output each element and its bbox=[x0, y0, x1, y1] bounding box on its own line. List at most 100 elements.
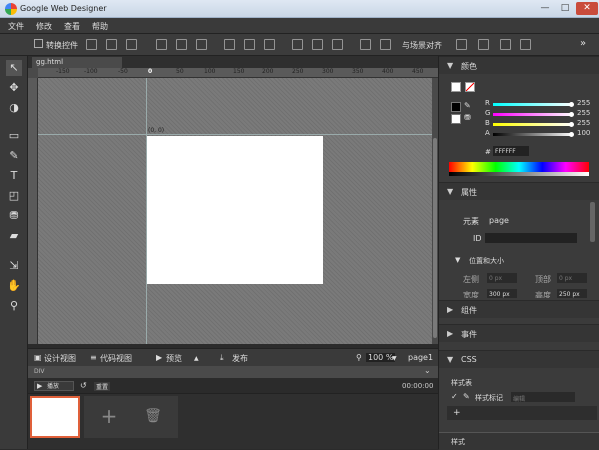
match-size-icon[interactable] bbox=[500, 39, 511, 50]
properties-panel-header[interactable]: ▼ 属性 bbox=[439, 182, 599, 200]
zoom-tool-icon[interactable]: ⚲ bbox=[6, 298, 22, 314]
color-spectrum[interactable] bbox=[449, 162, 589, 172]
red-slider-knob[interactable] bbox=[569, 102, 574, 107]
publish-icon[interactable]: ⤓ bbox=[220, 353, 224, 363]
green-slider-knob[interactable] bbox=[569, 112, 574, 117]
id-input[interactable] bbox=[485, 233, 577, 243]
fill-tool-icon[interactable]: ⛃ bbox=[6, 208, 22, 224]
align-to-stage-label[interactable]: 与场景对齐 bbox=[402, 40, 442, 51]
page-selector[interactable]: page1 bbox=[408, 353, 433, 362]
menu-modify[interactable]: 修改 bbox=[36, 21, 52, 32]
align-top-icon[interactable] bbox=[156, 39, 167, 50]
events-panel-header[interactable]: ▶ 事件 bbox=[439, 324, 599, 342]
page-canvas[interactable] bbox=[147, 136, 323, 284]
distribute-bottom-icon[interactable] bbox=[264, 39, 275, 50]
distribute-vertical-icon[interactable] bbox=[380, 39, 391, 50]
code-view-icon[interactable]: ≡ bbox=[90, 353, 97, 362]
menu-help[interactable]: 帮助 bbox=[92, 21, 108, 32]
align-right-icon[interactable] bbox=[126, 39, 137, 50]
code-view-button[interactable]: 代码视图 bbox=[100, 353, 132, 364]
reset-button[interactable]: 重置 bbox=[94, 382, 111, 391]
edit-icon[interactable]: ✎ bbox=[463, 392, 470, 401]
page-thumbnail[interactable] bbox=[30, 396, 80, 438]
delete-page-icon[interactable]: 🗑 bbox=[128, 396, 178, 438]
horizontal-guide[interactable] bbox=[38, 134, 432, 135]
distribute-right-icon[interactable] bbox=[332, 39, 343, 50]
collapse-timeline-icon[interactable]: ⌄ bbox=[424, 366, 431, 375]
distribute-middle-icon[interactable] bbox=[244, 39, 255, 50]
shape-tool-icon[interactable]: ◰ bbox=[6, 188, 22, 204]
tag-tool-icon[interactable]: ▭ bbox=[6, 128, 22, 144]
distribute-center-icon[interactable] bbox=[312, 39, 323, 50]
components-panel-header[interactable]: ▶ 组件 bbox=[439, 300, 599, 318]
stroke-tool-icon[interactable]: ▰ bbox=[6, 228, 22, 244]
g-value[interactable]: 255 bbox=[577, 109, 590, 117]
blue-slider-knob[interactable] bbox=[569, 122, 574, 127]
match-width-icon[interactable] bbox=[456, 39, 467, 50]
maximize-button[interactable]: □ bbox=[556, 2, 574, 15]
fill-color-large-swatch[interactable] bbox=[451, 114, 461, 124]
align-left-icon[interactable] bbox=[86, 39, 97, 50]
fill-color-swatch[interactable] bbox=[451, 82, 461, 92]
grayscale-bar[interactable] bbox=[449, 172, 589, 176]
publish-button[interactable]: 发布 bbox=[232, 353, 248, 364]
3d-translate-icon[interactable]: ⇲ bbox=[6, 258, 22, 274]
zoom-dropdown-icon[interactable]: ▼ bbox=[392, 355, 397, 362]
blue-slider[interactable] bbox=[493, 123, 573, 126]
css-panel-header[interactable]: ▼ CSS bbox=[439, 350, 599, 368]
3d-object-tool-icon[interactable]: ✥ bbox=[6, 80, 22, 96]
distribute-horizontal-icon[interactable] bbox=[360, 39, 371, 50]
add-css-rule-button[interactable]: + bbox=[447, 406, 597, 420]
green-slider[interactable] bbox=[493, 113, 573, 116]
document-tab[interactable]: gg.html bbox=[32, 57, 122, 68]
expand-toolbar-icon[interactable]: » bbox=[580, 38, 586, 49]
design-view-button[interactable]: 设计视图 bbox=[44, 353, 76, 364]
loop-icon[interactable]: ↺ bbox=[80, 381, 87, 390]
add-page-button[interactable]: + bbox=[84, 396, 134, 438]
flip-icon[interactable] bbox=[520, 39, 531, 50]
height-input[interactable]: 250 px bbox=[557, 289, 587, 298]
align-middle-icon[interactable] bbox=[176, 39, 187, 50]
color-panel-header[interactable]: ▼ 颜色 bbox=[439, 56, 599, 74]
red-slider[interactable] bbox=[493, 103, 573, 106]
stroke-pen-icon[interactable]: ✎ bbox=[464, 101, 471, 110]
left-input[interactable]: 0 px bbox=[487, 273, 517, 283]
collapse-icon[interactable]: ▼ bbox=[455, 256, 460, 264]
pen-tool-icon[interactable]: ✎ bbox=[6, 148, 22, 164]
distribute-top-icon[interactable] bbox=[224, 39, 235, 50]
properties-scrollbar[interactable] bbox=[590, 202, 595, 242]
align-center-h-icon[interactable] bbox=[106, 39, 117, 50]
css-filter-input[interactable]: 编辑 bbox=[511, 392, 575, 403]
menu-file[interactable]: 文件 bbox=[8, 21, 24, 32]
toggle-controls-checkbox[interactable] bbox=[34, 39, 43, 48]
top-input[interactable]: 0 px bbox=[557, 273, 587, 283]
minimize-button[interactable]: — bbox=[536, 2, 554, 15]
styles-panel-header[interactable]: 样式 bbox=[439, 432, 599, 450]
stroke-color-swatch[interactable] bbox=[451, 102, 461, 112]
match-height-icon[interactable] bbox=[478, 39, 489, 50]
scrollbar-thumb[interactable] bbox=[433, 138, 437, 338]
alpha-slider-knob[interactable] bbox=[569, 132, 574, 137]
hand-tool-icon[interactable]: ✋ bbox=[6, 278, 22, 294]
menu-view[interactable]: 查看 bbox=[64, 21, 80, 32]
align-bottom-icon[interactable] bbox=[196, 39, 207, 50]
check-icon[interactable]: ✓ bbox=[451, 392, 458, 401]
hex-prefix: # bbox=[485, 148, 491, 156]
distribute-left-icon[interactable] bbox=[292, 39, 303, 50]
hex-input[interactable]: FFFFFF bbox=[493, 146, 529, 156]
fill-bucket-icon[interactable]: ⛃ bbox=[464, 113, 471, 122]
preview-icon[interactable]: ▶ bbox=[156, 353, 162, 362]
preview-button[interactable]: 预览 bbox=[166, 353, 182, 364]
close-button[interactable]: ✕ bbox=[576, 2, 598, 15]
design-view-icon[interactable]: ▣ bbox=[34, 353, 42, 362]
3d-rotate-tool-icon[interactable]: ◑ bbox=[6, 100, 22, 116]
text-tool-icon[interactable]: T bbox=[6, 168, 22, 184]
alpha-slider[interactable] bbox=[493, 133, 573, 136]
no-color-swatch[interactable] bbox=[465, 82, 475, 92]
selection-tool-icon[interactable]: ↖ bbox=[6, 60, 22, 76]
r-value[interactable]: 255 bbox=[577, 99, 590, 107]
preview-dropdown-icon[interactable]: ▲ bbox=[194, 355, 199, 362]
b-value[interactable]: 255 bbox=[577, 119, 590, 127]
a-value[interactable]: 100 bbox=[577, 129, 590, 137]
width-input[interactable]: 300 px bbox=[487, 289, 517, 298]
